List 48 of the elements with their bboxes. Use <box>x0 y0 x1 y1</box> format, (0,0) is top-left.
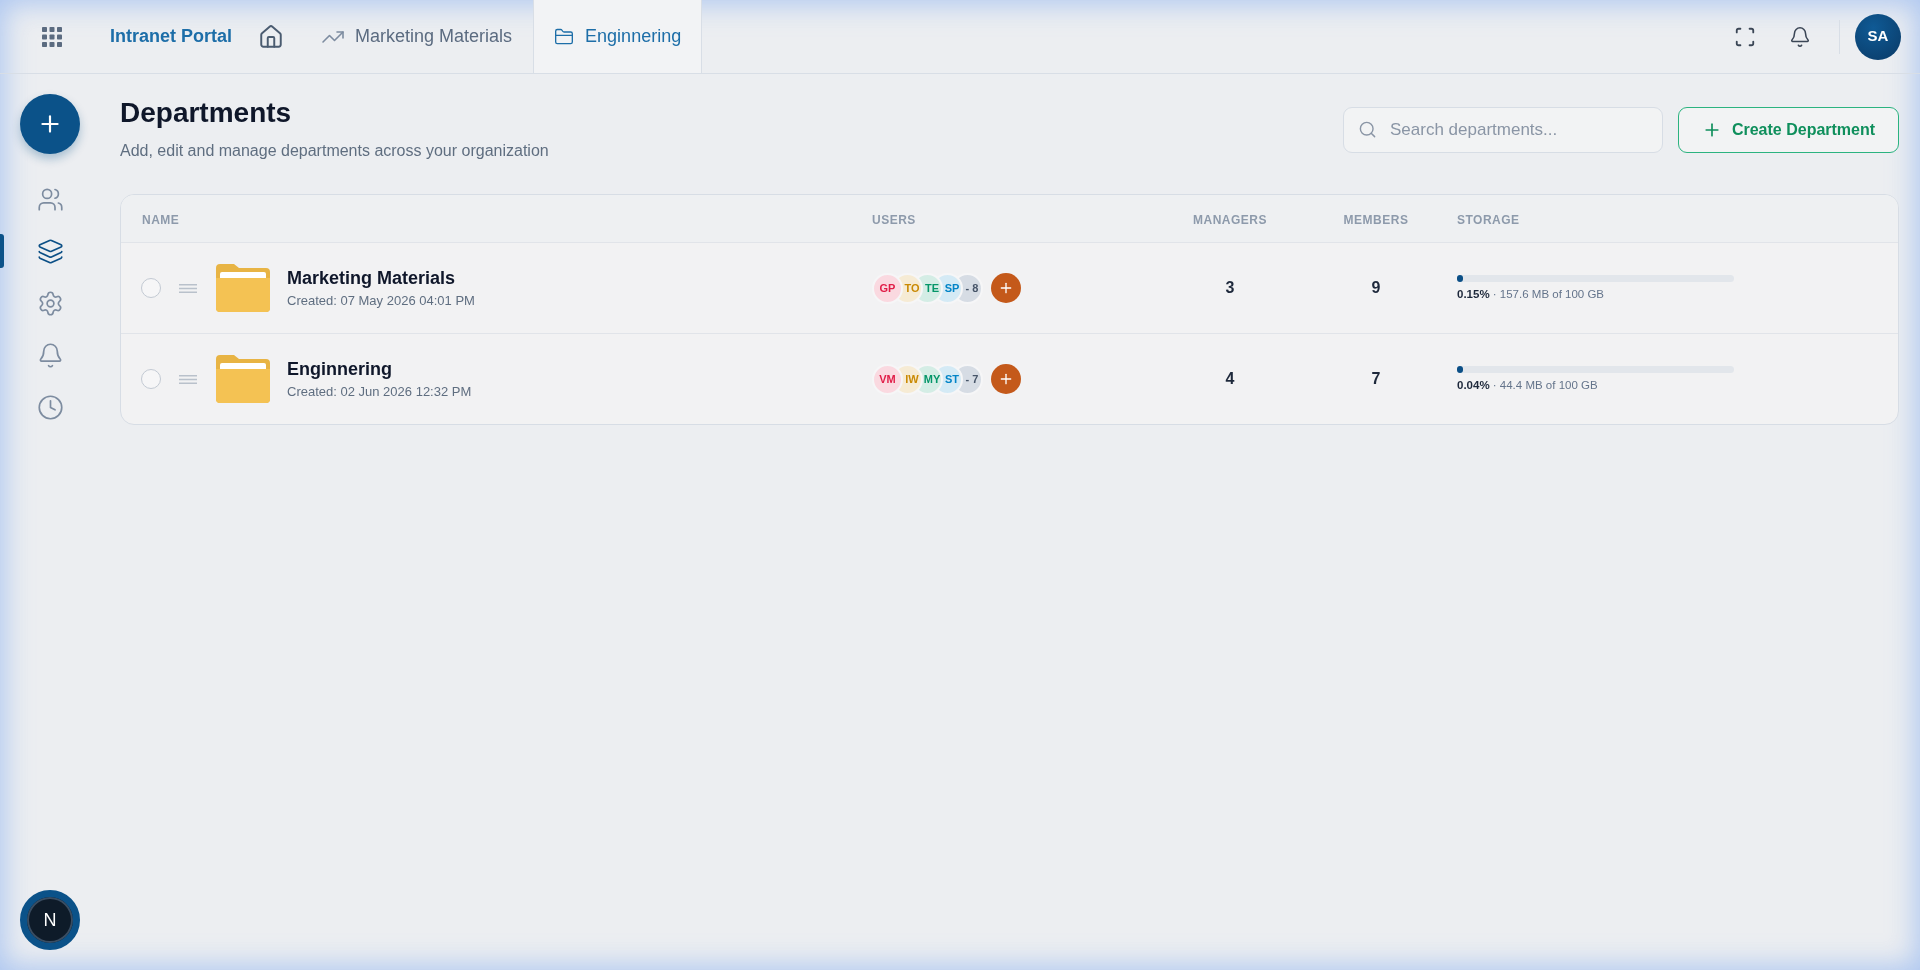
column-header: MEMBERS <box>1343 212 1409 227</box>
row-checkbox[interactable] <box>141 278 161 298</box>
home-button[interactable] <box>258 23 285 50</box>
apps-menu-button[interactable] <box>42 26 62 47</box>
search-icon <box>1358 120 1377 139</box>
drag-handle-icon[interactable] <box>179 283 197 293</box>
page-subtitle: Add, edit and manage departments across your organization <box>120 141 549 161</box>
column-header: MANAGERS <box>1193 212 1267 227</box>
department-name: Enginnering <box>287 358 393 381</box>
add-user-button[interactable] <box>991 273 1021 303</box>
search-field[interactable]: Search departments... <box>1343 107 1663 153</box>
storage-usage: 0.04% · 44.4 MB of 100 GB <box>1457 377 1599 393</box>
user-avatar[interactable]: SA <box>1855 13 1901 60</box>
bell-icon <box>1789 25 1811 48</box>
create-department-button[interactable]: Create Department <box>1678 107 1899 153</box>
created-date: Created: 07 May 2026 04:01 PM <box>287 292 475 310</box>
folder-icon <box>554 26 575 47</box>
nav-tab[interactable]: Marketing Materials <box>300 0 534 73</box>
dots-grid-icon <box>42 26 62 47</box>
plus-icon <box>998 280 1014 296</box>
page-title: Departments <box>120 96 293 130</box>
column-header: STORAGE <box>1457 212 1520 227</box>
members-count: 7 <box>1371 370 1381 387</box>
layers-icon <box>36 237 64 265</box>
created-date: Created: 02 Jun 2026 12:32 PM <box>287 383 472 401</box>
brand-title[interactable]: Intranet Portal <box>110 23 233 50</box>
row-checkbox[interactable] <box>141 369 161 389</box>
managers-count: 3 <box>1225 279 1235 296</box>
fullscreen-icon <box>1734 25 1756 48</box>
notifications-button[interactable] <box>1789 25 1811 48</box>
storage-usage: 0.15% · 157.6 MB of 100 GB <box>1457 286 1606 302</box>
column-header: NAME <box>142 212 180 227</box>
column-header: USERS <box>872 212 916 227</box>
department-name: Marketing Materials <box>287 267 457 290</box>
managers-count: 4 <box>1225 370 1235 387</box>
plus-icon <box>998 371 1014 387</box>
home-icon <box>258 23 285 50</box>
members-count: 9 <box>1371 279 1381 296</box>
folder-icon <box>216 355 270 403</box>
add-user-button[interactable] <box>991 364 1021 394</box>
active-indicator <box>0 234 4 268</box>
fullscreen-button[interactable] <box>1734 25 1756 48</box>
add-button[interactable] <box>20 94 80 154</box>
dev-tools-button[interactable]: N <box>20 890 80 950</box>
clock-icon <box>36 393 64 421</box>
folder-icon <box>216 264 270 312</box>
nav-tab[interactable]: Enginnering <box>533 0 703 73</box>
drag-handle-icon[interactable] <box>179 374 197 384</box>
